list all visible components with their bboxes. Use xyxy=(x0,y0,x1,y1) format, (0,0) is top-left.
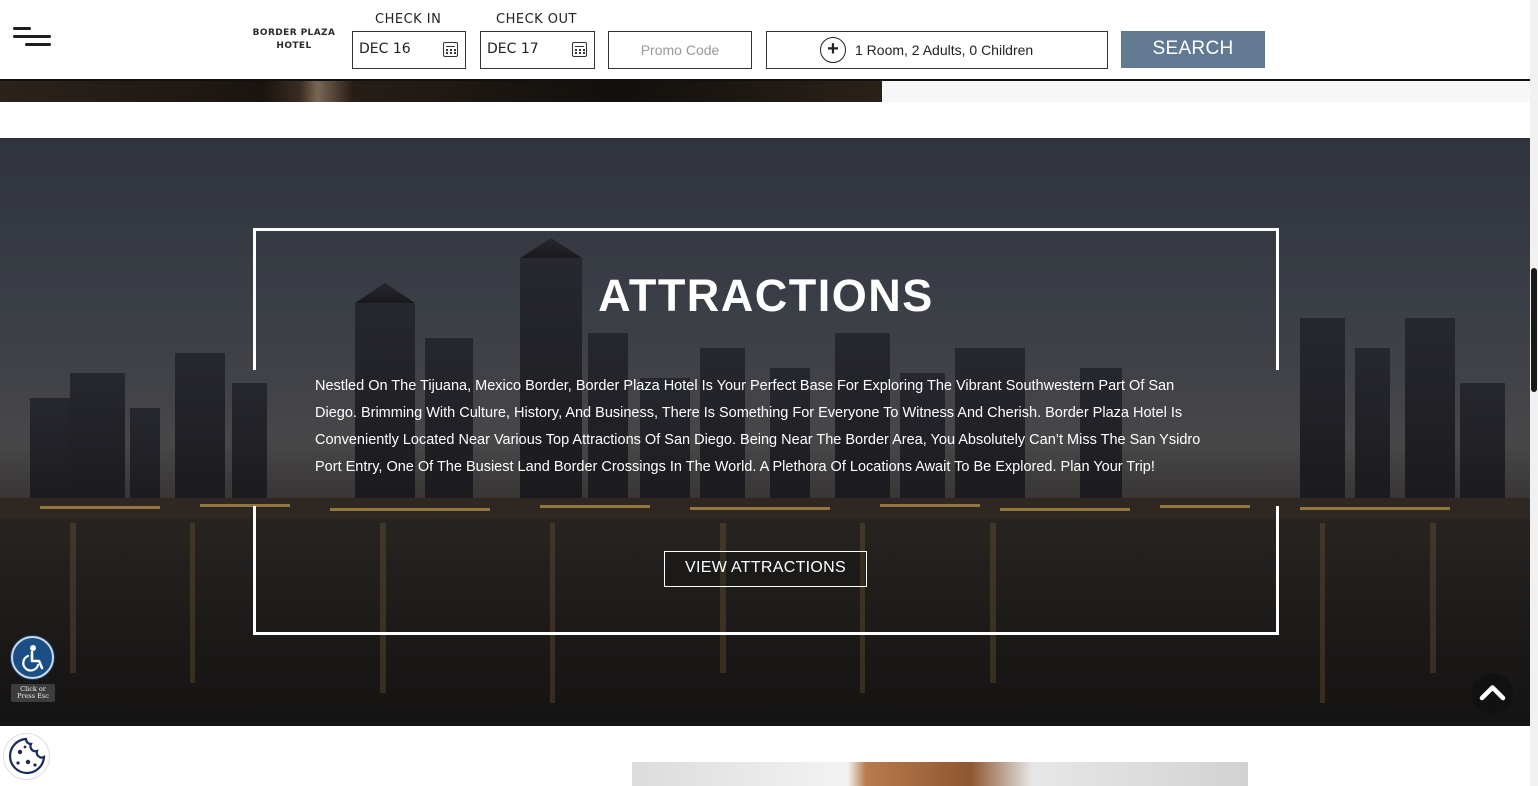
frame-border xyxy=(1276,228,1279,370)
accessibility-button[interactable] xyxy=(11,636,54,679)
logo-line-1: BORDER PLAZA xyxy=(252,28,336,38)
previous-section-panel xyxy=(882,81,1530,102)
chevron-up-icon xyxy=(1479,685,1506,701)
cookie-icon xyxy=(8,737,46,775)
booking-bar: BORDER PLAZA HOTEL CHECK IN DEC 16 CHECK… xyxy=(0,0,1530,81)
check-out-label: CHECK OUT xyxy=(496,12,577,27)
check-in-value: DEC 16 xyxy=(359,41,411,57)
view-attractions-button[interactable]: VIEW ATTRACTIONS xyxy=(664,551,867,587)
check-in-label: CHECK IN xyxy=(375,12,442,27)
guests-value: 1 Room, 2 Adults, 0 Children xyxy=(855,42,1034,58)
promo-code-input[interactable]: Promo Code xyxy=(608,31,752,69)
scrollbar-thumb[interactable] xyxy=(1531,268,1537,392)
logo-line-2: HOTEL xyxy=(276,41,312,51)
menu-icon[interactable] xyxy=(13,27,51,49)
scroll-to-top-button[interactable] xyxy=(1472,673,1513,714)
hotel-logo[interactable]: BORDER PLAZA HOTEL xyxy=(248,27,340,53)
calendar-icon[interactable] xyxy=(443,42,458,57)
attractions-description: Nestled On The Tijuana, Mexico Border, B… xyxy=(315,378,1201,475)
room-photo xyxy=(632,762,1248,786)
calendar-icon[interactable] xyxy=(572,42,587,57)
previous-section-photo xyxy=(0,81,882,102)
check-out-field[interactable]: DEC 17 xyxy=(480,31,595,69)
page-scrollbar[interactable] xyxy=(1530,0,1538,786)
cookie-settings-button[interactable] xyxy=(3,733,50,780)
attractions-title: ATTRACTIONS xyxy=(598,270,934,321)
frame-border xyxy=(253,506,256,635)
guests-selector[interactable]: + 1 Room, 2 Adults, 0 Children xyxy=(766,31,1108,69)
frame-border xyxy=(253,228,1279,231)
attractions-section: ATTRACTIONS Nestled On The Tijuana, Mexi… xyxy=(0,138,1530,726)
search-button[interactable]: SEARCH xyxy=(1121,31,1265,68)
check-in-field[interactable]: DEC 16 xyxy=(352,31,466,69)
accessibility-hint: Click or Press Esc xyxy=(11,684,55,702)
check-out-value: DEC 17 xyxy=(487,41,539,57)
frame-border xyxy=(1276,506,1279,635)
wheelchair-icon xyxy=(22,645,44,672)
plus-icon[interactable]: + xyxy=(820,37,846,63)
frame-border xyxy=(253,632,1279,635)
